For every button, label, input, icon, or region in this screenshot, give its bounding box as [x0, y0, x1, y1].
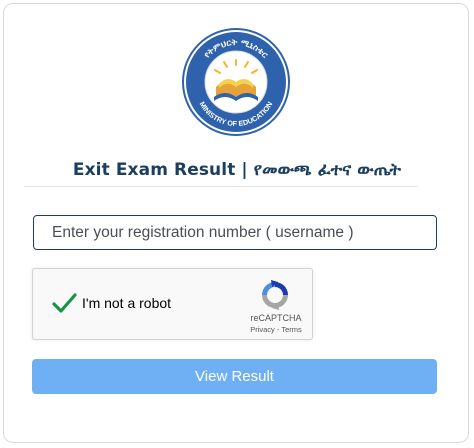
terms-link[interactable]: Terms: [281, 325, 301, 334]
privacy-link[interactable]: Privacy: [250, 325, 275, 334]
page-title: Exit Exam Result | የመውጫ ፈተና ውጤት: [72, 160, 402, 180]
recaptcha-links: Privacy - Terms: [246, 325, 306, 334]
recaptcha-logo-icon: [259, 279, 291, 311]
recaptcha-brand: reCAPTCHA: [250, 313, 302, 323]
ministry-of-education-logo: የትምህርት ሚኒስቴር MINISTRY OF EDUCATION: [181, 27, 291, 137]
view-result-button[interactable]: View Result: [32, 359, 437, 394]
recaptcha-widget: I'm not a robot reCAPTCHA Privacy - Term…: [32, 268, 313, 340]
recaptcha-checkbox[interactable]: [50, 290, 78, 318]
registration-number-input[interactable]: [33, 215, 437, 250]
checkmark-icon: [52, 293, 77, 313]
title-divider: [24, 186, 418, 187]
not-robot-label: I'm not a robot: [82, 295, 172, 311]
